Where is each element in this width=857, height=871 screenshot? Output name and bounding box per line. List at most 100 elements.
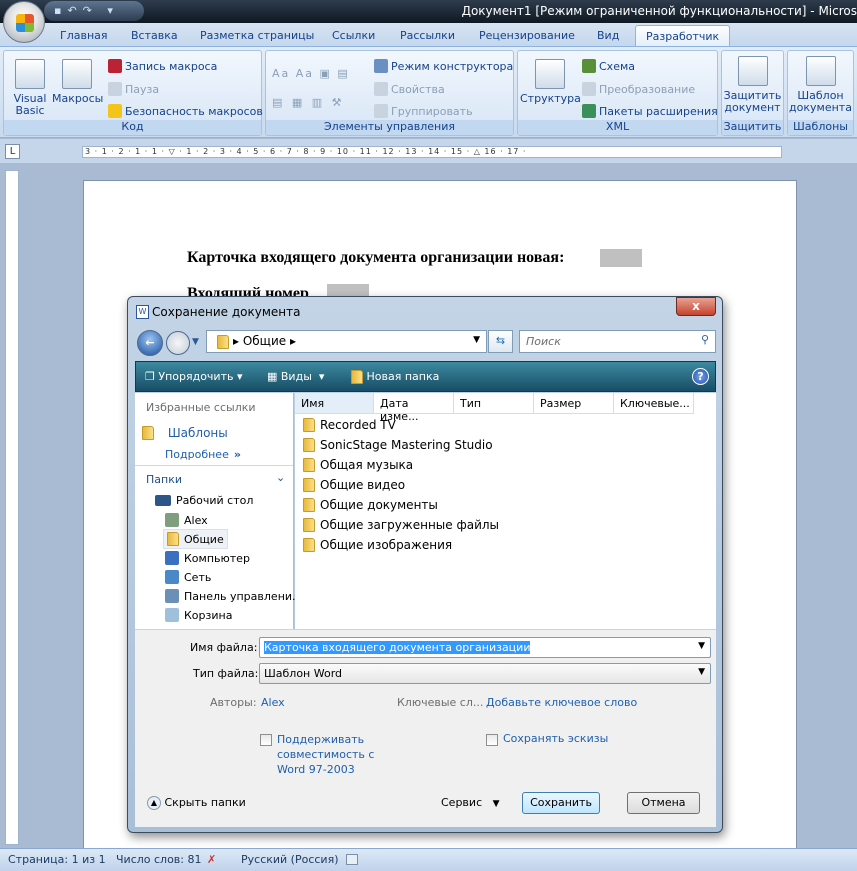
group-label: Шаблоны (788, 120, 853, 135)
column-type[interactable]: Тип (454, 393, 534, 414)
forward-button[interactable] (166, 331, 190, 355)
refresh-button[interactable]: ⇆ (488, 330, 513, 353)
file-list: Имя Дата изме... Тип Размер Ключевые... … (295, 393, 716, 629)
document-template-button[interactable]: Шаблон документа (788, 56, 853, 114)
chevron-right-icon: » (233, 448, 241, 461)
column-size[interactable]: Размер (534, 393, 614, 414)
tree-item-control-panel[interactable]: Панель управлени. (165, 589, 296, 603)
group-controls: Aa Aa ▣ ▤ ▤ ▦ ▥ ⚒ Режим конструктора Сво… (265, 50, 514, 136)
pictures-folder-icon (303, 538, 315, 552)
tree-item-network[interactable]: Сеть (165, 570, 211, 584)
form-field[interactable] (600, 249, 642, 267)
address-bar[interactable]: ▸ Общие ▸ ▼ (206, 330, 487, 353)
record-icon (108, 59, 122, 73)
list-item[interactable]: Общие загруженные файлы (303, 518, 499, 532)
list-item[interactable]: SonicStage Mastering Studio (303, 438, 493, 452)
column-name[interactable]: Имя (295, 393, 374, 414)
tab-selector-button[interactable]: L (5, 144, 20, 159)
address-dropdown-icon[interactable]: ▼ (473, 335, 480, 345)
history-dropdown-icon[interactable]: ▼ (192, 337, 199, 347)
recycle-bin-icon (165, 608, 179, 622)
group-label: XML (518, 120, 717, 135)
horizontal-ruler[interactable]: 3 · 1 · 2 · 1 · 1 · ▽ · 1 · 2 · 3 · 4 · … (82, 146, 782, 158)
authors-field[interactable]: Alex (261, 696, 285, 709)
column-keywords[interactable]: Ключевые... (614, 393, 694, 414)
new-folder-button[interactable]: Новая папка (351, 370, 439, 384)
macro-record-icon[interactable] (346, 854, 358, 865)
group-button[interactable]: Группировать (374, 104, 473, 118)
close-button[interactable]: x (676, 297, 716, 316)
views-button[interactable]: ▦ Виды ▾ (267, 370, 324, 383)
chevron-down-icon[interactable]: ⌄ (276, 471, 285, 484)
macros-button[interactable]: Макросы (52, 59, 103, 105)
design-mode-icon (374, 59, 388, 73)
list-item[interactable]: Recorded TV (303, 418, 396, 432)
tree-item-desktop[interactable]: Рабочий стол (155, 494, 253, 507)
thumbnails-checkbox[interactable] (486, 734, 498, 746)
desktop-icon (155, 495, 171, 506)
user-folder-icon (165, 513, 179, 527)
organize-button[interactable]: ❐ Упорядочить ▾ (145, 370, 243, 383)
hide-folders-button[interactable]: ▲ Скрыть папки (147, 796, 246, 810)
office-button[interactable] (3, 1, 45, 43)
save-button[interactable]: Сохранить (522, 792, 600, 814)
folder-icon (142, 426, 154, 440)
list-item[interactable]: Общие изображения (303, 538, 452, 552)
structure-button[interactable]: Структура (520, 59, 581, 105)
keywords-field[interactable]: Добавьте ключевое слово (486, 696, 637, 709)
search-input[interactable]: Поиск ⚲ (519, 330, 716, 353)
protect-document-button[interactable]: Защитить документ (722, 56, 783, 114)
word-count[interactable]: Число слов: 81 (116, 853, 202, 866)
tree-item-computer[interactable]: Компьютер (165, 551, 250, 565)
tab-review[interactable]: Рецензирование (479, 29, 575, 42)
compat-checkbox[interactable] (260, 734, 272, 746)
pause-button[interactable]: Пауза (108, 82, 159, 96)
list-item[interactable]: Общая музыка (303, 458, 413, 472)
macro-security-button[interactable]: Безопасность макросов (108, 104, 263, 118)
group-protect: Защитить документ Защитить (721, 50, 784, 136)
schema-button[interactable]: Схема (582, 59, 635, 73)
group-label: Защитить (722, 120, 783, 135)
more-link[interactable]: Подробнее » (165, 448, 241, 461)
tab-page-layout[interactable]: Разметка страницы (200, 29, 314, 42)
tab-developer[interactable]: Разработчик (635, 25, 731, 48)
compat-label[interactable]: Поддерживать совместимость с Word 97-200… (277, 732, 387, 777)
folders-header[interactable]: Папки (146, 473, 182, 486)
visual-basic-button[interactable]: Visual Basic (8, 59, 52, 117)
filename-input[interactable]: Карточка входящего документа организации… (259, 637, 711, 658)
language[interactable]: Русский (Россия) (241, 853, 339, 866)
proofing-icon[interactable]: ✗ (207, 853, 216, 866)
tree-item-recycle-bin[interactable]: Корзина (165, 608, 232, 622)
tree-item-alex[interactable]: Alex (165, 513, 208, 527)
page-count[interactable]: Страница: 1 из 1 (8, 853, 106, 866)
tab-references[interactable]: Ссылки (332, 29, 375, 42)
quick-access-toolbar[interactable]: ▪↶↷ ▾ (44, 1, 144, 21)
tree-item-public[interactable]: Общие (163, 529, 228, 549)
new-folder-icon (351, 370, 363, 384)
help-icon[interactable]: ? (692, 368, 709, 385)
design-mode-button[interactable]: Режим конструктора (374, 59, 513, 73)
filetype-select[interactable]: Шаблон Word ▼ (259, 663, 711, 684)
tools-button[interactable]: Сервис ▼ (441, 796, 500, 809)
cancel-button[interactable]: Отмена (627, 792, 700, 814)
tab-mailings[interactable]: Рассылки (400, 29, 455, 42)
list-item[interactable]: Общие видео (303, 478, 405, 492)
expansion-packs-button[interactable]: Пакеты расширения (582, 104, 718, 118)
column-date[interactable]: Дата изме... (374, 393, 454, 423)
record-macro-button[interactable]: Запись макроса (108, 59, 217, 73)
tab-home[interactable]: Главная (60, 29, 108, 42)
vertical-ruler[interactable] (5, 170, 19, 845)
favorite-link-templates[interactable]: Шаблоны (142, 426, 228, 440)
list-item[interactable]: Общие документы (303, 498, 438, 512)
control-icons-row1[interactable]: Aa Aa ▣ ▤ (272, 67, 350, 80)
properties-button[interactable]: Свойства (374, 82, 445, 96)
status-bar: Страница: 1 из 1 Число слов: 81 ✗ Русски… (0, 848, 857, 871)
dropdown-arrow-icon[interactable]: ▼ (698, 641, 705, 651)
save-dialog: W Сохранение документа x ← ▼ ▸ Общие ▸ ▼ … (127, 296, 723, 833)
back-button[interactable]: ← (137, 330, 163, 356)
tab-insert[interactable]: Вставка (131, 29, 178, 42)
thumbnails-label[interactable]: Сохранять эскизы (503, 732, 608, 745)
control-icons-row2[interactable]: ▤ ▦ ▥ ⚒ (272, 96, 345, 109)
tab-view[interactable]: Вид (597, 29, 619, 42)
transform-button[interactable]: Преобразование (582, 82, 695, 96)
